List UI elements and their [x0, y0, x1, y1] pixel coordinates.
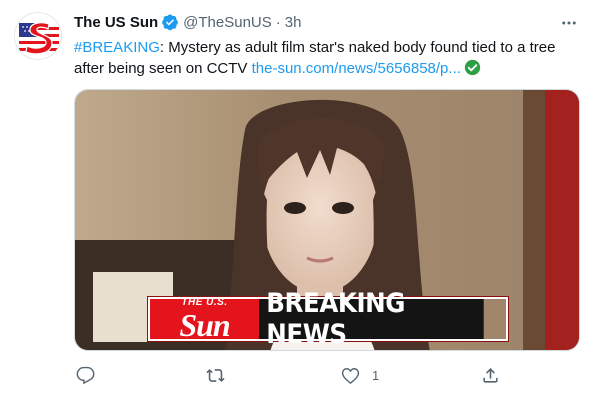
like-count: 1 — [372, 367, 380, 383]
reply-button[interactable] — [76, 364, 107, 386]
author-display-name[interactable]: The US Sun — [74, 14, 158, 31]
tweet-header: The US Sun @TheSunUS · 3h — [74, 12, 301, 32]
share-button[interactable] — [481, 364, 512, 386]
more-options-icon[interactable] — [560, 14, 578, 32]
breaking-news-banner: THE U.S. Sun BREAKING NEWS — [148, 288, 508, 350]
banner-logo-big-text: Sun — [179, 306, 230, 343]
tweet-timestamp[interactable]: 3h — [285, 14, 302, 31]
tweet-actions: 1 — [74, 364, 514, 386]
article-link[interactable]: the-sun.com/news/5656858/p... — [252, 60, 461, 77]
verified-badge-icon — [162, 14, 179, 31]
header-separator: · — [275, 13, 281, 31]
check-mark-button-emoji-icon — [464, 59, 481, 76]
hashtag-link[interactable]: #BREAKING — [74, 39, 160, 56]
avatar[interactable] — [14, 12, 62, 60]
tweet[interactable]: The US Sun @TheSunUS · 3h #BREAKING: Mys… — [0, 0, 594, 396]
banner-logo-small-text: THE U.S. — [181, 296, 228, 308]
retweet-icon — [206, 368, 225, 382]
the-us-sun-logo-icon — [15, 13, 61, 59]
tweet-text: #BREAKING: Mystery as adult film star's … — [74, 37, 574, 79]
author-handle[interactable]: @TheSunUS — [183, 14, 272, 31]
heart-icon — [341, 367, 360, 384]
share-icon — [483, 367, 498, 383]
like-button[interactable]: 1 — [341, 364, 379, 386]
banner-breaking-news-text: BREAKING NEWS — [259, 288, 484, 350]
reply-icon — [76, 366, 95, 384]
the-us-sun-banner-logo: THE U.S. Sun — [150, 296, 260, 343]
retweet-button[interactable] — [206, 364, 237, 386]
